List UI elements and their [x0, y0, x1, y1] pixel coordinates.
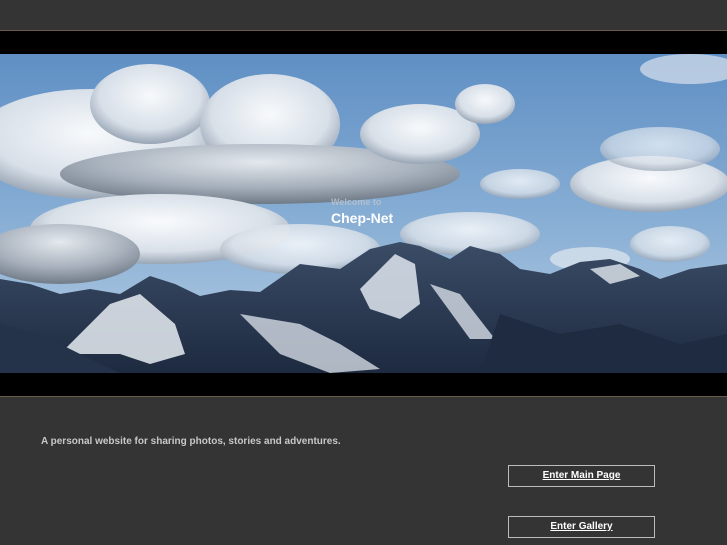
enter-main-page-button[interactable]: Enter Main Page: [508, 465, 655, 487]
bottom-black-band: [0, 373, 727, 397]
top-black-band: [0, 30, 727, 54]
site-name-title: Chep-Net: [331, 210, 394, 226]
welcome-text: Welcome to: [331, 197, 382, 207]
enter-gallery-button[interactable]: Enter Gallery: [508, 516, 655, 538]
site-tagline: A personal website for sharing photos, s…: [41, 436, 341, 447]
